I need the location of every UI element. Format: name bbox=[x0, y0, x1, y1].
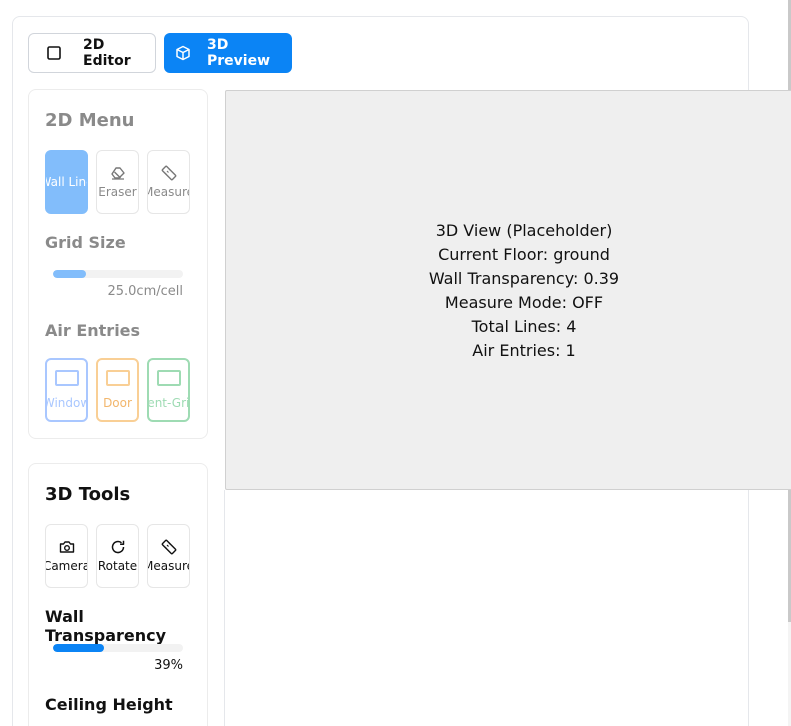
window-icon bbox=[54, 370, 79, 386]
ceiling-height-label: Ceiling Height bbox=[45, 695, 173, 714]
tool-eraser-label: Eraser bbox=[98, 185, 137, 199]
viewport-3d[interactable]: 3D View (Placeholder) Current Floor: gro… bbox=[225, 90, 791, 490]
tool-rotate[interactable]: Rotate bbox=[96, 524, 139, 588]
eraser-icon bbox=[110, 167, 125, 180]
menu-2d-panel: 2D Menu Wall Line Eraser Measure Grid Si… bbox=[28, 89, 208, 439]
air-entry-door-button[interactable]: Door bbox=[96, 358, 139, 422]
mode-3d-preview-label: 3D Preview bbox=[207, 37, 271, 69]
camera-icon bbox=[59, 541, 74, 553]
mode-3d-preview-button[interactable]: 3D Preview bbox=[164, 33, 292, 73]
menu-2d-title: 2D Menu bbox=[45, 110, 135, 131]
viewport-line-title: 3D View (Placeholder) bbox=[435, 221, 613, 240]
air-entry-door-label: Door bbox=[103, 396, 132, 410]
air-entry-vent-grid-label: Vent-Grid bbox=[147, 396, 190, 410]
viewport-line-measure-mode: Measure Mode: OFF bbox=[444, 293, 604, 312]
tool-measure-3d[interactable]: Measure bbox=[147, 524, 190, 588]
grid-size-value: 25.0cm/cell bbox=[107, 284, 183, 299]
ruler-icon bbox=[161, 165, 176, 181]
tool-camera-label: Camera bbox=[45, 559, 88, 573]
viewport-line-transparency: Wall Transparency: 0.39 bbox=[428, 269, 620, 288]
tools-3d-title: 3D Tools bbox=[45, 484, 131, 505]
tool-camera[interactable]: Camera bbox=[45, 524, 88, 588]
grid-size-label: Grid Size bbox=[45, 233, 126, 252]
tools-3d-panel: 3D Tools Camera Rotate Measure Wall Tr bbox=[28, 463, 208, 726]
tool-measure-2d-label: Measure bbox=[148, 185, 189, 199]
tool-rotate-label: Rotate bbox=[97, 559, 138, 573]
air-entry-window-button[interactable]: Window bbox=[45, 358, 88, 422]
tool-wall-line[interactable]: Wall Line bbox=[45, 150, 88, 214]
viewport-line-floor: Current Floor: ground bbox=[438, 245, 610, 264]
tool-eraser[interactable]: Eraser bbox=[96, 150, 139, 214]
tool-measure-3d-label: Measure bbox=[148, 559, 189, 573]
wall-transparency-slider[interactable] bbox=[53, 644, 183, 652]
viewport-info: 3D View (Placeholder) Current Floor: gro… bbox=[226, 219, 791, 363]
air-entry-window-label: Window bbox=[45, 396, 88, 410]
grid-size-slider-fill bbox=[53, 270, 86, 278]
tool-measure-2d[interactable]: Measure bbox=[147, 150, 190, 214]
mode-2d-editor-label: 2D Editor bbox=[83, 37, 131, 69]
air-entry-vent-grid-button[interactable]: Vent-Grid bbox=[147, 358, 190, 422]
content-divider bbox=[224, 490, 225, 726]
mode-2d-editor-button[interactable]: 2D Editor bbox=[28, 33, 156, 73]
door-icon bbox=[105, 370, 130, 386]
wall-transparency-slider-fill bbox=[53, 644, 104, 652]
cube-icon bbox=[176, 45, 190, 61]
rotate-icon bbox=[111, 540, 124, 554]
viewport-line-air-entries: Air Entries: 1 bbox=[472, 341, 576, 360]
wall-transparency-value: 39% bbox=[154, 658, 183, 673]
ruler-icon bbox=[161, 539, 176, 555]
tool-wall-line-label: Wall Line bbox=[46, 175, 87, 189]
viewport-line-total-lines: Total Lines: 4 bbox=[471, 317, 577, 336]
air-entries-label: Air Entries bbox=[45, 321, 141, 340]
wall-transparency-label: Wall Transparency bbox=[45, 607, 167, 645]
square-icon bbox=[47, 46, 61, 60]
vent-grid-icon bbox=[156, 370, 181, 386]
grid-size-slider[interactable] bbox=[53, 270, 183, 278]
